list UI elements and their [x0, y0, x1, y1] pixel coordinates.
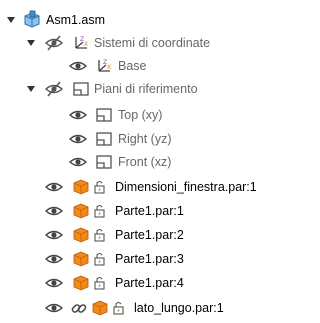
coordinate-system-icon: Z X: [72, 34, 90, 52]
root-label: Asm1.asm: [46, 13, 106, 27]
feature-tree: Asm1.asm Z X Sistemi di coordinate Z X B…: [0, 0, 296, 323]
tree-row-right-plane[interactable]: Right (yz): [0, 128, 296, 150]
part-icon: [72, 178, 90, 196]
plane-icon: [95, 106, 113, 124]
front-plane-label: Front (xz): [118, 155, 172, 169]
tree-row-reference-planes[interactable]: Piani di riferimento: [0, 78, 296, 100]
tree-row-part[interactable]: Parte1.par:2: [0, 224, 296, 246]
part-icon: [91, 299, 109, 317]
tree-row-part[interactable]: Dimensioni_finestra.par:1: [0, 176, 296, 198]
svg-text:X: X: [107, 64, 111, 71]
lock-icon: [91, 202, 109, 220]
link-icon: [70, 299, 88, 317]
lock-icon: [91, 226, 109, 244]
lock-icon: [91, 250, 109, 268]
eye-hidden-icon[interactable]: [45, 34, 63, 52]
part-label: Dimensioni_finestra.par:1: [115, 180, 257, 194]
svg-text:X: X: [84, 41, 88, 48]
lock-icon: [91, 274, 109, 292]
collapse-caret-icon[interactable]: [26, 84, 36, 94]
eye-icon[interactable]: [69, 57, 87, 75]
eye-icon[interactable]: [45, 250, 63, 268]
tree-row-coordinate-systems[interactable]: Z X Sistemi di coordinate: [0, 32, 296, 54]
lock-icon: [91, 178, 109, 196]
collapse-caret-icon[interactable]: [6, 15, 16, 25]
eye-icon[interactable]: [45, 178, 63, 196]
collapse-caret-icon[interactable]: [26, 38, 36, 48]
tree-row-part[interactable]: lato_lungo.par:1: [0, 297, 296, 319]
part-icon: [72, 250, 90, 268]
eye-icon[interactable]: [69, 130, 87, 148]
eye-icon[interactable]: [45, 299, 63, 317]
base-label: Base: [118, 59, 147, 73]
eye-icon[interactable]: [69, 153, 87, 171]
plane-icon: [72, 80, 90, 98]
coordinate-systems-label: Sistemi di coordinate: [94, 36, 211, 50]
plane-icon: [95, 130, 113, 148]
top-plane-label: Top (xy): [118, 108, 163, 122]
part-icon: [72, 274, 90, 292]
part-label: lato_lungo.par:1: [134, 301, 224, 315]
tree-row-part[interactable]: Parte1.par:1: [0, 200, 296, 222]
right-plane-label: Right (yz): [118, 132, 172, 146]
part-label: Parte1.par:2: [115, 228, 184, 242]
tree-row-base[interactable]: Z X Base: [0, 55, 296, 77]
tree-row-part[interactable]: Parte1.par:3: [0, 248, 296, 270]
eye-icon[interactable]: [45, 226, 63, 244]
eye-icon[interactable]: [45, 274, 63, 292]
part-label: Parte1.par:1: [115, 204, 184, 218]
coordinate-system-icon: Z X: [95, 57, 113, 75]
part-label: Parte1.par:4: [115, 276, 184, 290]
part-label: Parte1.par:3: [115, 252, 184, 266]
tree-row-root[interactable]: Asm1.asm: [0, 9, 296, 31]
eye-hidden-icon[interactable]: [45, 80, 63, 98]
tree-row-part[interactable]: Parte1.par:4: [0, 272, 296, 294]
part-icon: [72, 202, 90, 220]
plane-icon: [95, 153, 113, 171]
tree-row-front-plane[interactable]: Front (xz): [0, 151, 296, 173]
tree-row-top-plane[interactable]: Top (xy): [0, 104, 296, 126]
eye-icon[interactable]: [69, 106, 87, 124]
lock-icon: [110, 299, 128, 317]
part-icon: [72, 226, 90, 244]
assembly-icon: [22, 10, 42, 30]
reference-planes-label: Piani di riferimento: [94, 82, 198, 96]
eye-icon[interactable]: [45, 202, 63, 220]
